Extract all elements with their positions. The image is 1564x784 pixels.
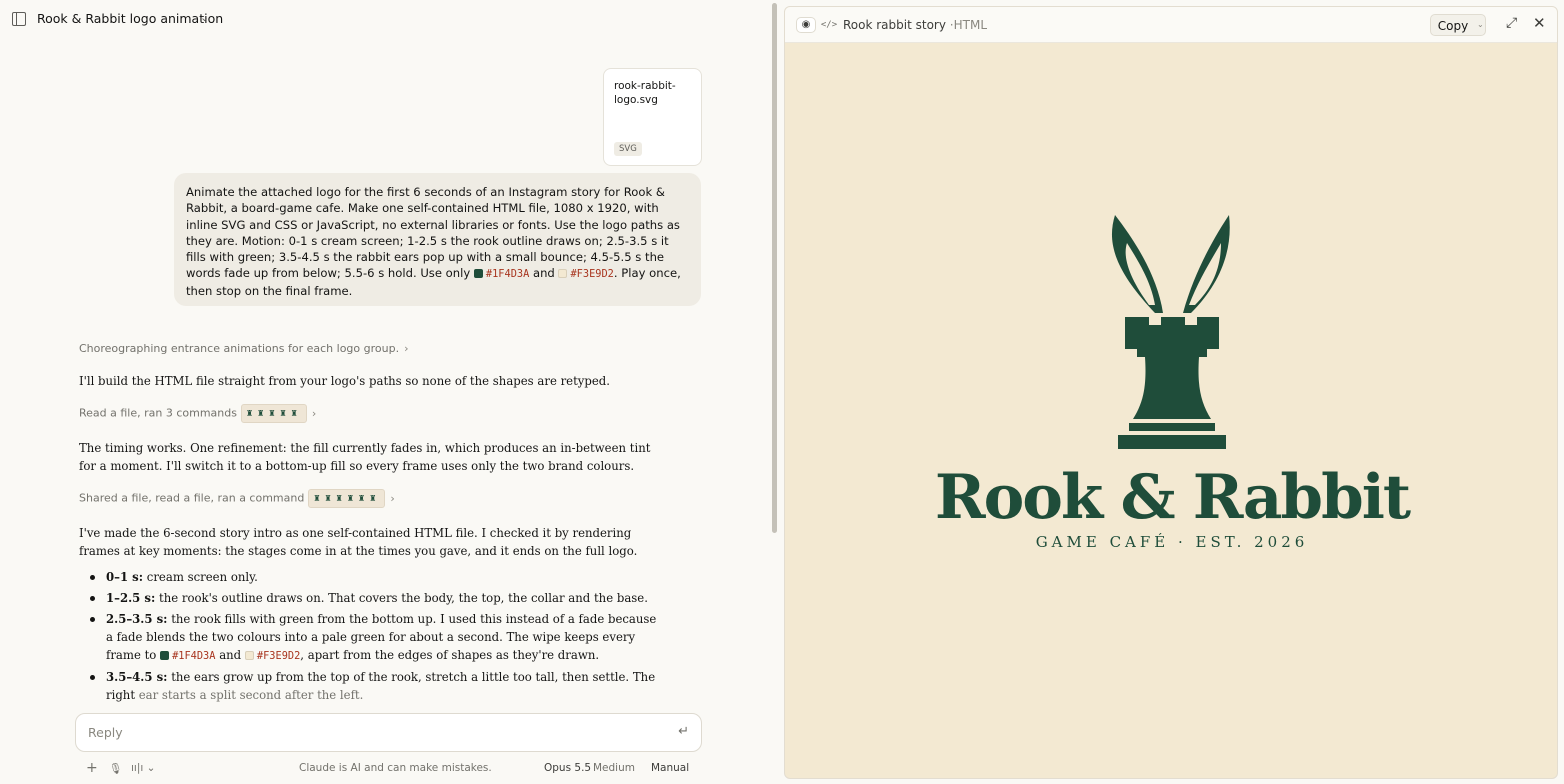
logo-tagline: GAME CAFÉ · EST. 2026 [1035,533,1309,551]
frames-thumbnail: ♜♜♜♜♜ [240,404,307,423]
mic-icon[interactable]: 🎙 [109,762,122,775]
color-swatch-cream [244,651,254,660]
sidebar-toggle-icon[interactable] [12,12,26,26]
reply-input[interactable]: Reply ↵ [75,713,702,752]
artifact-title: Rook rabbit story ·HTML [843,18,987,32]
effort-selector[interactable]: Medium [593,762,635,774]
color-code-green: #1F4D3A [485,268,530,281]
artifact-panel: ◉ </> Rook rabbit story ·HTML Copy ⌄ ⤢ ✕… [784,6,1558,779]
action-text: Read a file, ran 3 commands [79,406,237,420]
copy-label: Copy [1437,19,1469,33]
attachment-name: rook-rabbit-logo.svg [614,80,676,106]
chat-title[interactable]: Rook & Rabbit logo animation [37,11,223,26]
list-item: 3.5–4.5 s: the ears grow up from the top… [90,668,666,704]
artifact-type: HTML [953,18,988,32]
color-code-cream: #F3E9D2 [256,650,301,662]
chevron-right-icon: › [311,406,317,420]
color-swatch-cream [558,269,568,279]
reply-placeholder: Reply [88,725,123,740]
and-text: and [532,266,555,281]
list-item: 2.5–3.5 s: the rook fills with green fro… [90,610,666,665]
file-attachment[interactable]: rook-rabbit-logo.svg SVG [603,68,702,166]
bullet-text: the rook's outline draws on. That covers… [159,591,648,605]
rook-base-lower [1118,435,1226,449]
chevron-down-icon[interactable]: ⌄ [1477,20,1484,29]
color-code-green: #1F4D3A [172,650,216,662]
user-message: Animate the attached logo for the first … [174,173,701,306]
assistant-paragraph-3: I've made the 6-second story intro as on… [79,526,638,558]
code-icon[interactable]: </> [819,17,839,33]
eye-icon[interactable]: ◉ [796,17,816,33]
rook-top [1125,317,1219,349]
user-message-text: Animate the attached logo for the first … [186,185,680,281]
color-swatch-green [473,269,483,279]
attachment-type-badge: SVG [614,142,642,156]
model-selector[interactable]: Opus 5.5 [544,762,591,774]
bullet-text-faded: ear starts a split second after the left… [138,688,364,702]
logo-wordmark: Rook & Rabbit [934,462,1411,533]
disclaimer-text: Claude is AI and can make mistakes. [299,762,492,774]
color-swatch-green [160,651,170,660]
chevron-right-icon: › [404,342,409,355]
thinking-text: Choreographing entrance animations for e… [79,342,400,355]
rook-collar [1137,349,1207,357]
send-icon[interactable]: ↵ [678,724,689,739]
thinking-summary[interactable]: Choreographing entrance animations for e… [79,340,408,358]
chat-scrollbar[interactable] [772,3,777,533]
right-ear [1183,215,1230,313]
bullet-label: 1–2.5 s: [106,591,156,605]
bullet-label: 2.5–3.5 s: [106,612,168,626]
bullet-text: cream screen only. [146,570,258,584]
rook-body [1133,357,1211,419]
artifact-toolbar: ◉ </> Rook rabbit story ·HTML Copy ⌄ ⤢ ✕ [785,7,1557,43]
artifact-name: Rook rabbit story [843,18,946,32]
tool-action-2[interactable]: Shared a file, read a file, ran a comman… [79,489,395,508]
assistant-paragraph-2: The timing works. One refinement: the fi… [79,441,651,473]
plus-icon[interactable]: + [86,760,98,776]
composer-footer: + 🎙 ıı|ı ⌄ Claude is AI and can make mis… [0,760,770,780]
bullet-label: 3.5–4.5 s: [106,670,168,684]
close-icon[interactable]: ✕ [1533,14,1546,32]
and-text: and [219,648,242,662]
chevron-right-icon: › [390,491,395,505]
mode-selector[interactable]: Manual [651,762,689,774]
timing-list: 0–1 s: cream screen only. 1–2.5 s: the r… [90,568,666,707]
bullet-label: 0–1 s: [106,570,144,584]
frames-thumbnail: ♜♜♜♜♜♜ [308,489,386,508]
expand-icon[interactable]: ⤢ [1506,15,1517,31]
color-code-cream: #F3E9D2 [570,268,614,281]
voice-icon[interactable]: ıı|ı ⌄ [131,762,155,774]
tool-action-1[interactable]: Read a file, ran 3 commands ♜♜♜♜♜ › [79,404,316,423]
chevron-down-icon[interactable]: ⌄ [200,11,209,24]
rook-rabbit-logo [1111,215,1230,449]
chat-header: Rook & Rabbit logo animation ⌄ [0,0,770,40]
bullet-text-end: , apart from the edges of shapes as they… [300,648,600,662]
rook-base-upper [1129,423,1215,431]
list-item: 1–2.5 s: the rook's outline draws on. Th… [90,589,666,607]
assistant-paragraph-1: I'll build the HTML file straight from y… [79,374,610,388]
copy-button[interactable]: Copy ⌄ [1430,14,1486,36]
action-text: Shared a file, read a file, ran a comman… [79,491,305,505]
list-item: 0–1 s: cream screen only. [90,568,666,586]
view-toggle: ◉ </> [791,14,837,36]
